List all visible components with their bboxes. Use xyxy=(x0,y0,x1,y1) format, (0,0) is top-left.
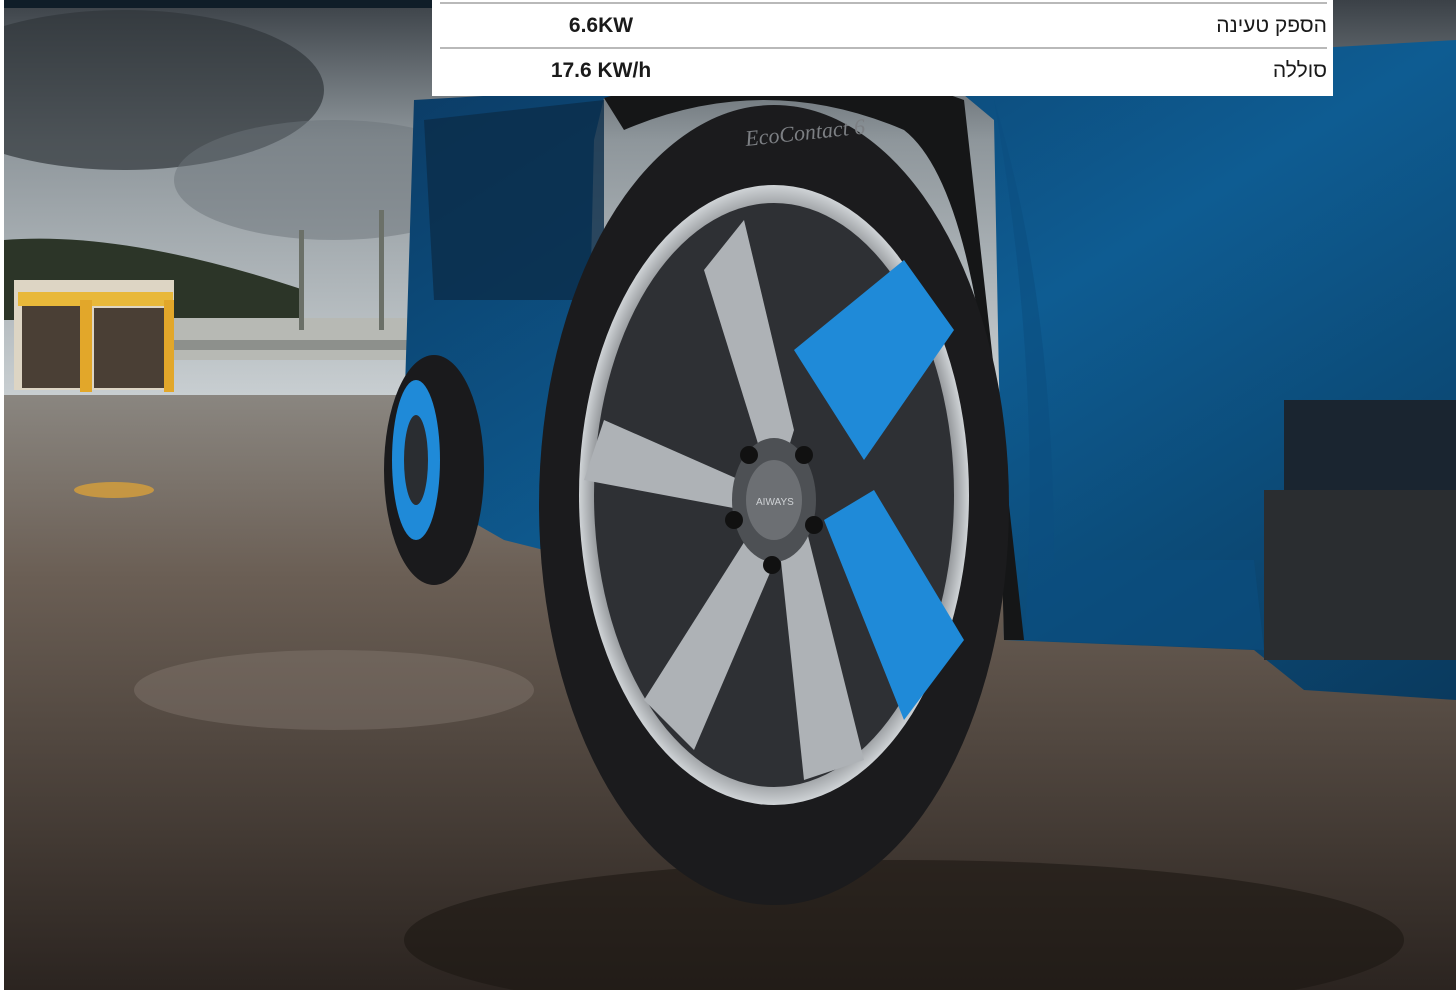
page: EcoContact 6 AIWAYS הספק טעינה 6.6KW סול… xyxy=(0,0,1456,993)
car-wheel-photo: EcoContact 6 AIWAYS xyxy=(4,0,1456,990)
top-dark-band xyxy=(4,0,432,8)
spec-table: הספק טעינה 6.6KW סוללה 17.6 KW/h xyxy=(432,0,1333,96)
spec-value: 6.6KW xyxy=(568,14,634,37)
spec-label: הספק טעינה xyxy=(1216,14,1327,37)
spec-row-charging-power: הספק טעינה 6.6KW xyxy=(440,2,1327,48)
spec-value: 17.6 KW/h xyxy=(550,59,652,82)
spec-label: סוללה xyxy=(1272,59,1327,82)
svg-text:AIWAYS: AIWAYS xyxy=(756,497,794,508)
spec-row-battery: סוללה 17.6 KW/h xyxy=(440,47,1327,93)
